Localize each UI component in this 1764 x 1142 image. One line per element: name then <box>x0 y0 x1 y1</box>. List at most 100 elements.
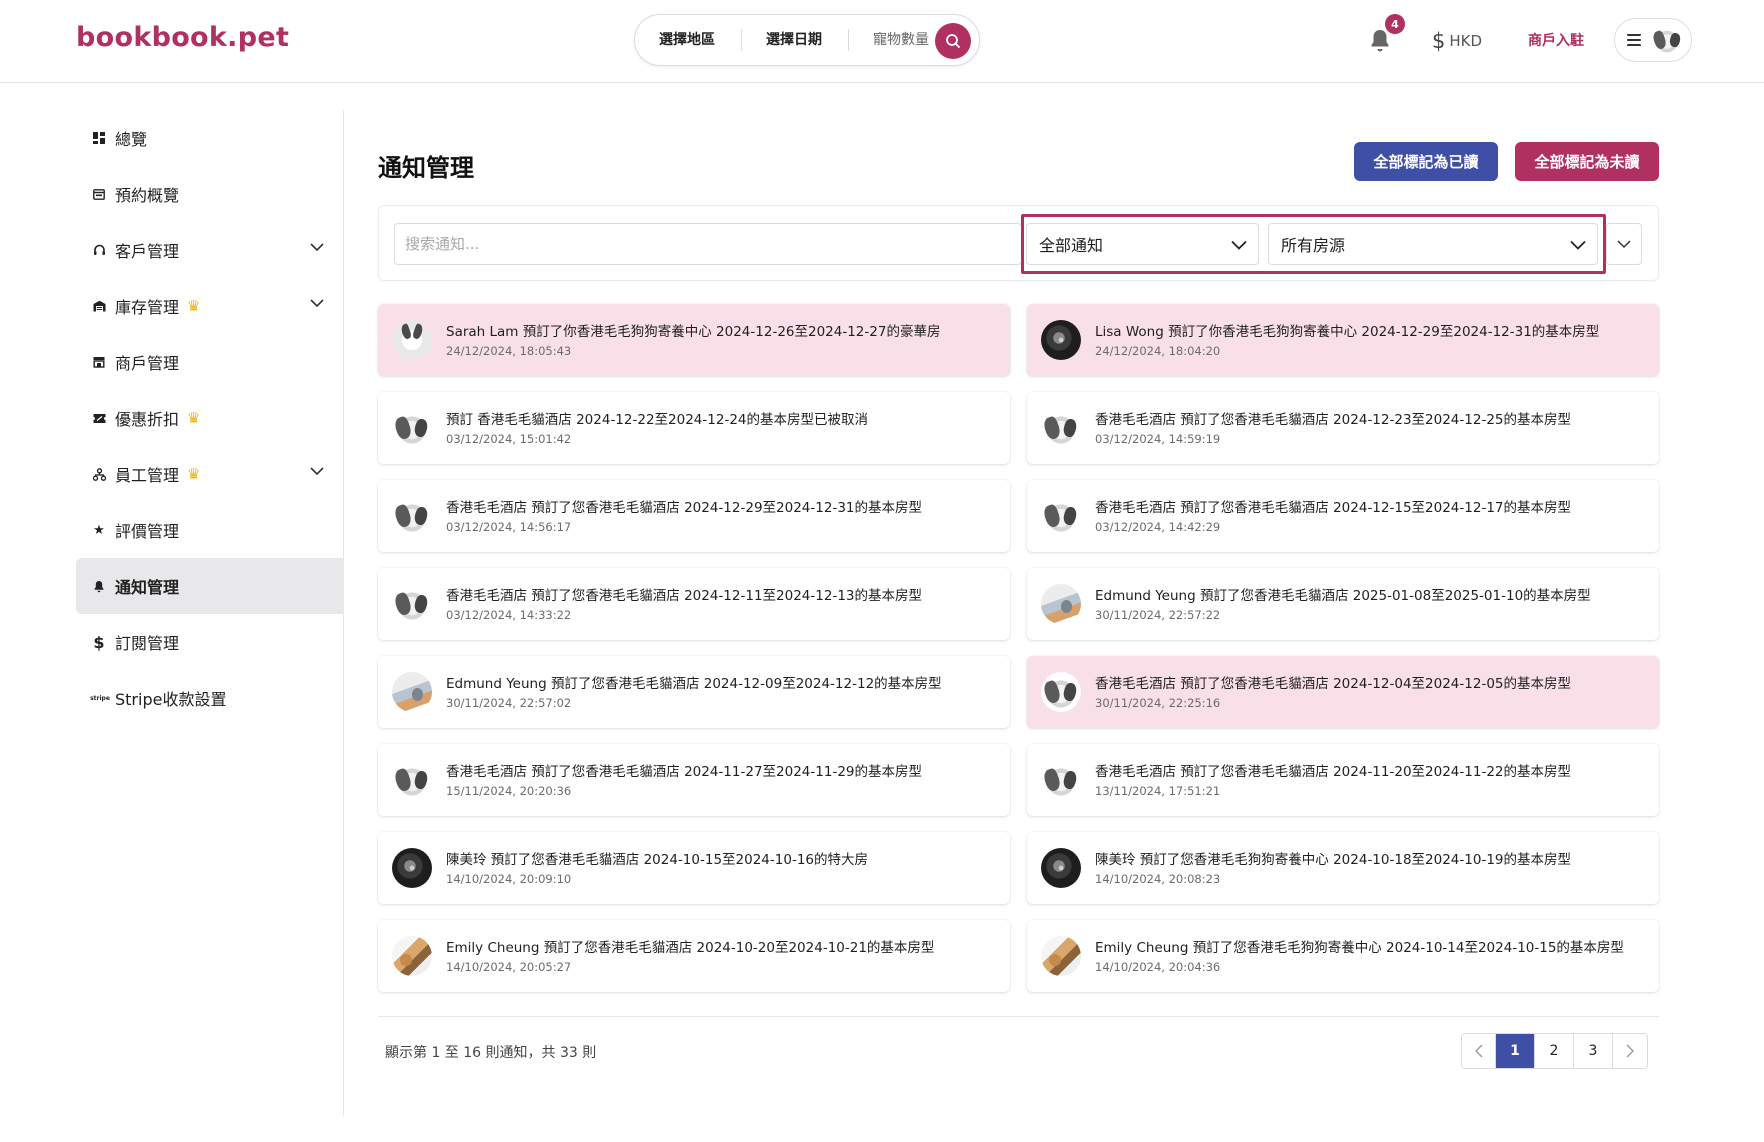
crown-icon: ♛ <box>187 297 201 315</box>
sidebar-item-subscription[interactable]: $ 訂閱管理 <box>76 614 344 670</box>
avatar <box>1041 936 1081 976</box>
sidebar-item-label: 評價管理 <box>115 522 180 541</box>
sidebar-item-inventory[interactable]: 庫存管理 ♛ <box>76 278 344 334</box>
avatar <box>1041 408 1081 448</box>
sidebar-item-label: 優惠折扣 <box>115 410 180 429</box>
avatar <box>392 848 432 888</box>
prev-page-button[interactable] <box>1462 1034 1496 1068</box>
sidebar-item-reviews[interactable]: ★ 評價管理 <box>76 502 344 558</box>
notification-card[interactable]: 香港毛毛酒店 預訂了您香港毛毛貓酒店 2024-11-20至2024-11-22… <box>1027 744 1659 816</box>
notification-card[interactable]: 香港毛毛酒店 預訂了您香港毛毛貓酒店 2024-11-27至2024-11-29… <box>378 744 1010 816</box>
sidebar-item-label: 員工管理 <box>115 466 180 485</box>
chevron-down-icon <box>1231 240 1247 250</box>
avatar <box>1041 760 1081 800</box>
notification-card[interactable]: 香港毛毛酒店 預訂了您香港毛毛貓酒店 2024-12-04至2024-12-05… <box>1027 656 1659 728</box>
avatar <box>392 496 432 536</box>
notification-time: 30/11/2024, 22:57:02 <box>446 695 572 710</box>
sidebar-item-label: 訂閱管理 <box>115 634 180 653</box>
notification-card[interactable]: 香港毛毛酒店 預訂了您香港毛毛貓酒店 2024-12-15至2024-12-17… <box>1027 480 1659 552</box>
notification-card[interactable]: Sarah Lam 預訂了你香港毛毛狗狗寄養中心 2024-12-26至2024… <box>378 304 1010 376</box>
sidebar-item-label: 客戶管理 <box>115 242 180 261</box>
notification-card[interactable]: 香港毛毛酒店 預訂了您香港毛毛貓酒店 2024-12-29至2024-12-31… <box>378 480 1010 552</box>
search-icon <box>946 34 960 48</box>
chevron-down-icon[interactable] <box>310 299 324 308</box>
mark-all-read-button[interactable]: 全部標記為已讀 <box>1354 142 1498 181</box>
sidebar-item-overview[interactable]: 總覽 <box>76 110 344 166</box>
store-icon <box>92 355 106 369</box>
avatar <box>1041 496 1081 536</box>
sidebar-item-notifications[interactable]: 通知管理 <box>76 558 344 614</box>
expand-filters-button[interactable] <box>1606 223 1642 265</box>
pagination: 1 2 3 <box>1461 1033 1648 1069</box>
notification-card[interactable]: Emily Cheung 預訂了您香港毛毛狗狗寄養中心 2024-10-14至2… <box>1027 920 1659 992</box>
user-menu-button[interactable] <box>1614 18 1692 62</box>
notification-card[interactable]: 陳美玲 預訂了您香港毛毛狗狗寄養中心 2024-10-18至2024-10-19… <box>1027 832 1659 904</box>
room-filter-select[interactable]: 所有房源 <box>1268 223 1598 265</box>
logo[interactable]: bookbook.pet <box>76 22 289 53</box>
chevron-down-icon[interactable] <box>310 243 324 252</box>
sidebar-item-merchant[interactable]: 商戶管理 <box>76 334 344 390</box>
page-button-2[interactable]: 2 <box>1535 1034 1574 1068</box>
notification-message: 預訂 香港毛毛貓酒店 2024-12-22至2024-12-24的基本房型已被取… <box>446 411 868 428</box>
notification-card[interactable]: Lisa Wong 預訂了你香港毛毛狗狗寄養中心 2024-12-29至2024… <box>1027 304 1659 376</box>
star-icon: ★ <box>93 522 105 538</box>
notification-card[interactable]: Edmund Yeung 預訂了您香港毛毛貓酒店 2024-12-09至2024… <box>378 656 1010 728</box>
room-filter-value: 所有房源 <box>1281 236 1346 255</box>
chevron-down-icon[interactable] <box>310 467 324 476</box>
sidebar-item-discounts[interactable]: 優惠折扣 ♛ <box>76 390 344 446</box>
notification-time: 30/11/2024, 22:57:22 <box>1095 607 1221 622</box>
notification-time: 15/11/2024, 20:20:36 <box>446 783 572 798</box>
page-button-3[interactable]: 3 <box>1574 1034 1613 1068</box>
notification-time: 03/12/2024, 14:33:22 <box>446 607 572 622</box>
notification-time: 03/12/2024, 15:01:42 <box>446 431 572 446</box>
pagination-summary: 顯示第 1 至 16 則通知，共 33 則 <box>385 1045 597 1061</box>
notification-time: 03/12/2024, 14:42:29 <box>1095 519 1221 534</box>
search-button[interactable] <box>935 23 971 59</box>
notification-card[interactable]: Emily Cheung 預訂了您香港毛毛貓酒店 2024-10-20至2024… <box>378 920 1010 992</box>
notification-type-select[interactable]: 全部通知 <box>1026 223 1259 265</box>
bell-icon <box>92 579 106 593</box>
avatar <box>1041 848 1081 888</box>
notification-time: 14/10/2024, 20:08:23 <box>1095 871 1221 886</box>
notification-message: 香港毛毛酒店 預訂了您香港毛毛貓酒店 2024-11-20至2024-11-22… <box>1095 763 1571 780</box>
notification-message: 香港毛毛酒店 預訂了您香港毛毛貓酒店 2024-12-23至2024-12-25… <box>1095 411 1571 428</box>
notification-message: Edmund Yeung 預訂了您香港毛毛貓酒店 2024-12-09至2024… <box>446 675 942 692</box>
sidebar-item-stripe[interactable]: stripe Stripe收款設置 <box>76 670 344 726</box>
notification-message: Sarah Lam 預訂了你香港毛毛狗狗寄養中心 2024-12-26至2024… <box>446 323 941 340</box>
avatar <box>392 320 432 360</box>
notification-search-input[interactable] <box>394 223 1022 265</box>
page-title: 通知管理 <box>378 154 474 182</box>
chevron-right-icon <box>1626 1044 1634 1058</box>
sidebar-item-bookings[interactable]: 預約概覽 <box>76 166 344 222</box>
currency-selector[interactable]: $ HKD <box>1432 29 1482 53</box>
search-date[interactable]: 選擇日期 <box>766 29 848 51</box>
search-region[interactable]: 選擇地區 <box>659 29 741 51</box>
menu-icon <box>1627 34 1641 46</box>
notification-card[interactable]: 香港毛毛酒店 預訂了您香港毛毛貓酒店 2024-12-11至2024-12-13… <box>378 568 1010 640</box>
notification-card[interactable]: Edmund Yeung 預訂了您香港毛毛貓酒店 2025-01-08至2025… <box>1027 568 1659 640</box>
avatar <box>392 672 432 712</box>
mark-all-unread-button[interactable]: 全部標記為未讀 <box>1515 142 1659 181</box>
chevron-left-icon <box>1474 1044 1482 1058</box>
crown-icon: ♛ <box>187 465 201 483</box>
notification-card[interactable]: 香港毛毛酒店 預訂了您香港毛毛貓酒店 2024-12-23至2024-12-25… <box>1027 392 1659 464</box>
chevron-down-icon <box>1570 240 1586 250</box>
search-pets[interactable]: 寵物數量 <box>873 29 943 51</box>
notification-time: 13/11/2024, 17:51:21 <box>1095 783 1221 798</box>
stripe-icon: stripe <box>90 694 110 702</box>
merchant-signup-link[interactable]: 商戶入駐 <box>1528 30 1584 50</box>
search-bar[interactable]: 選擇地區 選擇日期 寵物數量 <box>634 14 980 66</box>
currency-label: HKD <box>1449 32 1483 50</box>
next-page-button[interactable] <box>1613 1034 1647 1068</box>
page-button-1[interactable]: 1 <box>1496 1034 1535 1068</box>
notification-card[interactable]: 預訂 香港毛毛貓酒店 2024-12-22至2024-12-24的基本房型已被取… <box>378 392 1010 464</box>
sidebar-item-customers[interactable]: 客戶管理 <box>76 222 344 278</box>
notification-card[interactable]: 陳美玲 預訂了您香港毛毛貓酒店 2024-10-15至2024-10-16的特大… <box>378 832 1010 904</box>
notification-time: 03/12/2024, 14:56:17 <box>446 519 572 534</box>
avatar <box>1651 24 1683 56</box>
avatar <box>392 584 432 624</box>
avatar <box>1041 584 1081 624</box>
avatar <box>392 936 432 976</box>
sidebar-item-staff[interactable]: 員工管理 ♛ <box>76 446 344 502</box>
search-divider <box>741 29 742 51</box>
